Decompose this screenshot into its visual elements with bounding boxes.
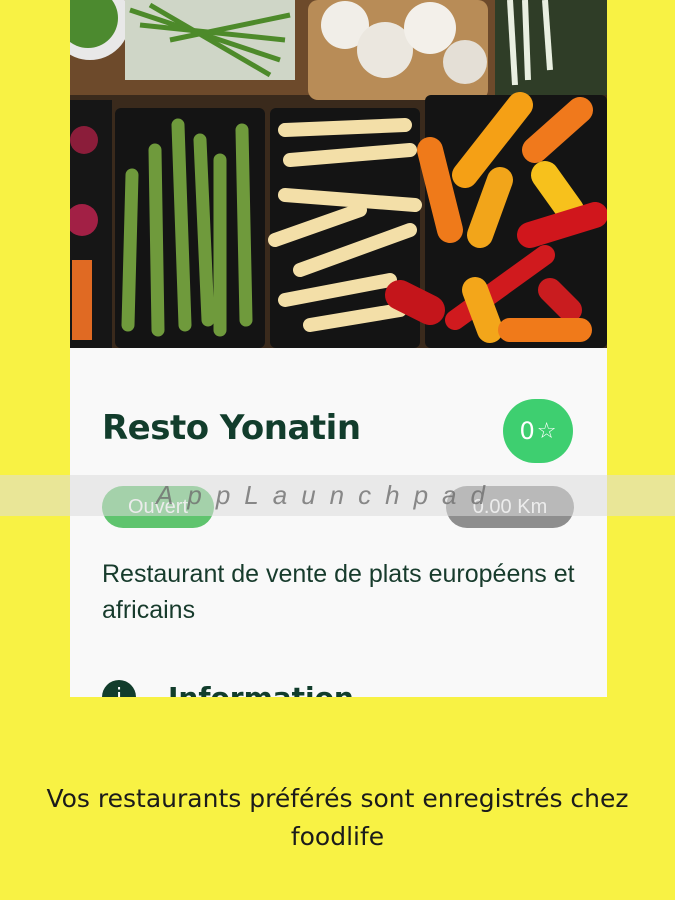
promo-caption: Vos restaurants préférés sont enregistré… [46, 784, 629, 851]
info-icon: i [102, 680, 136, 697]
restaurant-card[interactable]: Resto Yonatin 0 ☆ Ouvert 0.00 Km Restaur… [70, 348, 607, 697]
information-label: Information [168, 680, 354, 698]
watermark-text: AppLaunchpad [156, 480, 499, 510]
phone-screen: Resto Yonatin 0 ☆ Ouvert 0.00 Km Restaur… [70, 0, 607, 697]
information-section-header[interactable]: i Information [102, 680, 354, 697]
restaurant-name: Resto Yonatin [102, 408, 361, 448]
vegetables-photo [70, 0, 607, 348]
rating-badge[interactable]: 0 ☆ [503, 399, 573, 463]
restaurant-description: Restaurant de vente de plats européens e… [102, 560, 575, 624]
watermark-banner: AppLaunchpad [0, 475, 675, 516]
restaurant-hero-image [70, 0, 607, 348]
rating-value: 0 [519, 417, 535, 445]
star-icon: ☆ [536, 418, 557, 444]
